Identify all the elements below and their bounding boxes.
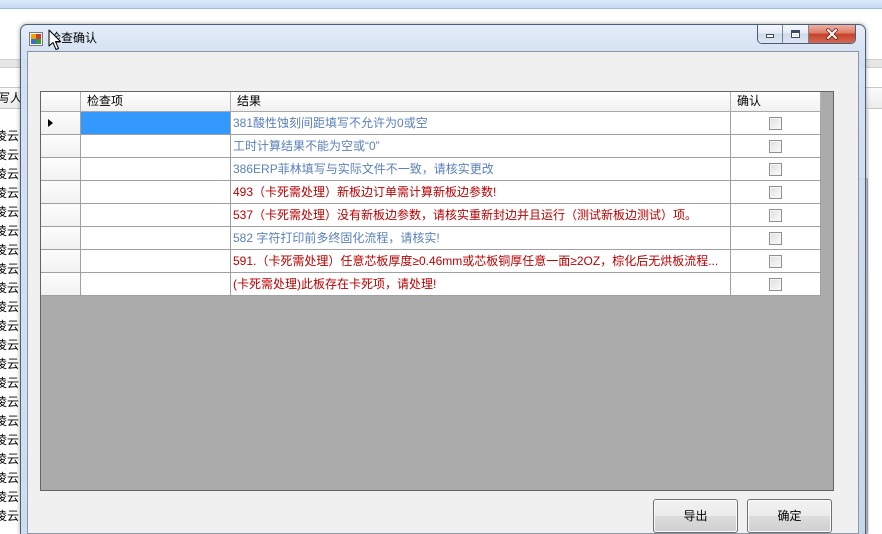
check-item-cell[interactable] [81,204,231,227]
grid-row[interactable]: 381酸性蚀刻间距填写不允许为0或空 [41,112,821,135]
current-row-indicator-icon [48,119,53,127]
bg-row-label: 凌云 [0,319,20,333]
row-header[interactable] [41,204,81,227]
result-cell[interactable]: 386ERP菲林填写与实际文件不一致，请核实更改 [231,158,731,181]
bg-row-label: 凌云 [0,129,20,143]
maximize-icon [790,29,801,39]
column-header-check-item[interactable]: 检查项 [81,92,231,112]
result-cell[interactable]: 591.（卡死需处理）任意芯板厚度≥0.46mm或芯板铜厚任意一面≥2OZ，棕化… [231,250,731,273]
column-header-confirm[interactable]: 确认 [731,92,821,112]
confirm-cell[interactable] [731,181,821,204]
confirm-cell[interactable] [731,204,821,227]
check-item-cell[interactable] [81,135,231,158]
maximize-button[interactable] [783,25,809,43]
bg-row-label: 凌云 [0,243,20,257]
grid-row[interactable]: 493（卡死需处理）新板边订单需计算新板边参数! [41,181,821,204]
row-header[interactable] [41,250,81,273]
dialog-client-area: 检查项 结果 确认 381酸性蚀刻间距填写不允许为0或空 工时计算结果不能为空或… [27,51,859,534]
column-header-result[interactable]: 结果 [231,92,731,112]
check-item-cell[interactable] [81,158,231,181]
grid-row[interactable]: 工时计算结果不能为空或“0” [41,135,821,158]
confirm-checkbox[interactable] [769,208,782,222]
confirm-checkbox[interactable] [769,185,782,199]
grid-row[interactable]: 386ERP菲林填写与实际文件不一致，请核实更改 [41,158,821,181]
grid-row[interactable]: 591.（卡死需处理）任意芯板厚度≥0.46mm或芯板铜厚任意一面≥2OZ，棕化… [41,250,821,273]
grid-corner-header[interactable] [41,92,81,112]
row-header[interactable] [41,135,81,158]
check-item-cell[interactable] [81,181,231,204]
bg-row-label: 凌云 [0,509,20,523]
result-cell[interactable]: 493（卡死需处理）新板边订单需计算新板边参数! [231,181,731,204]
minimize-icon [765,29,775,39]
bg-selected-row [0,0,882,9]
bg-row-label: 凌云 [0,224,20,238]
confirm-cell[interactable] [731,250,821,273]
close-button[interactable] [809,25,855,43]
bg-row-label: 凌云 [0,167,20,181]
check-item-cell[interactable] [81,250,231,273]
row-header[interactable] [41,181,81,204]
row-header[interactable] [41,158,81,181]
confirm-checkbox[interactable] [769,254,782,268]
confirm-checkbox[interactable] [769,116,782,130]
confirm-checkbox[interactable] [769,162,782,176]
check-item-cell[interactable] [81,112,231,135]
bg-row-label: 凌云 [0,186,20,200]
bg-row-label: 凌云 [0,338,20,352]
bg-row-label: 凌云 [0,300,20,314]
bg-row-label: 凌云 [0,471,20,485]
row-header[interactable] [41,227,81,250]
result-cell[interactable]: 381酸性蚀刻间距填写不允许为0或空 [231,112,731,135]
confirm-cell[interactable] [731,158,821,181]
export-button[interactable]: 导出 [653,499,738,533]
bg-column-header-label: 写人 [0,91,23,105]
check-item-cell[interactable] [81,227,231,250]
confirm-cell[interactable] [731,227,821,250]
dialog-title-bar[interactable] [21,25,865,51]
minimize-button[interactable] [758,25,783,43]
dialog-window: 检查确认 检查项 结果 确认 381酸性蚀刻间距填写不允许为0或空 工时计算结果… [20,24,866,534]
result-cell[interactable]: 537（卡死需处理）没有新板边参数，请核实重新封边并且运行（测试新板边测试）项。 [231,204,731,227]
grid-body: 381酸性蚀刻间距填写不允许为0或空 工时计算结果不能为空或“0” 386ERP… [41,112,821,296]
check-item-cell[interactable] [81,273,231,296]
grid-row[interactable]: 582 字符打印前多终固化流程，请核实! [41,227,821,250]
bg-row-label: 凌云 [0,281,20,295]
confirm-checkbox[interactable] [769,139,782,153]
confirm-checkbox[interactable] [769,231,782,245]
mouse-cursor-icon [48,29,62,51]
grid-header-row: 检查项 结果 确认 [41,92,821,112]
ok-button[interactable]: 确定 [747,499,832,533]
confirm-cell[interactable] [731,112,821,135]
bg-row-label: 凌云 [0,357,20,371]
bg-row-label: 凌云 [0,148,20,162]
result-cell[interactable]: 582 字符打印前多终固化流程，请核实! [231,227,731,250]
row-header[interactable] [41,273,81,296]
grid-row[interactable]: (卡死需处理)此板存在卡死项，请处理! [41,273,821,296]
bg-row-label: 凌云 [0,376,20,390]
bg-row-label: 凌云 [0,452,20,466]
bg-row-label: 凌云 [0,205,20,219]
window-caption-buttons [757,25,856,44]
grid-row[interactable]: 537（卡死需处理）没有新板边参数，请核实重新封边并且运行（测试新板边测试）项。 [41,204,821,227]
bg-row-label: 凌云 [0,414,20,428]
check-results-grid[interactable]: 检查项 结果 确认 381酸性蚀刻间距填写不允许为0或空 工时计算结果不能为空或… [40,91,834,491]
result-cell[interactable]: (卡死需处理)此板存在卡死项，请处理! [231,273,731,296]
close-icon [825,28,839,40]
bg-grid-column: 凌云 凌云 凌云 凌云 凌云 凌云 凌云 凌云 凌云 凌云 凌云 凌云 凌云 凌… [0,127,20,534]
app-window-icon[interactable] [29,32,43,46]
bg-row-label: 凌云 [0,433,20,447]
bg-row-label: 凌云 [0,395,20,409]
confirm-cell[interactable] [731,273,821,296]
bg-row-label: 凌云 [0,262,20,276]
bg-row-label: 凌云 [0,490,20,504]
result-cell[interactable]: 工时计算结果不能为空或“0” [231,135,731,158]
confirm-checkbox[interactable] [769,277,782,291]
confirm-cell[interactable] [731,135,821,158]
row-header[interactable] [41,112,81,135]
